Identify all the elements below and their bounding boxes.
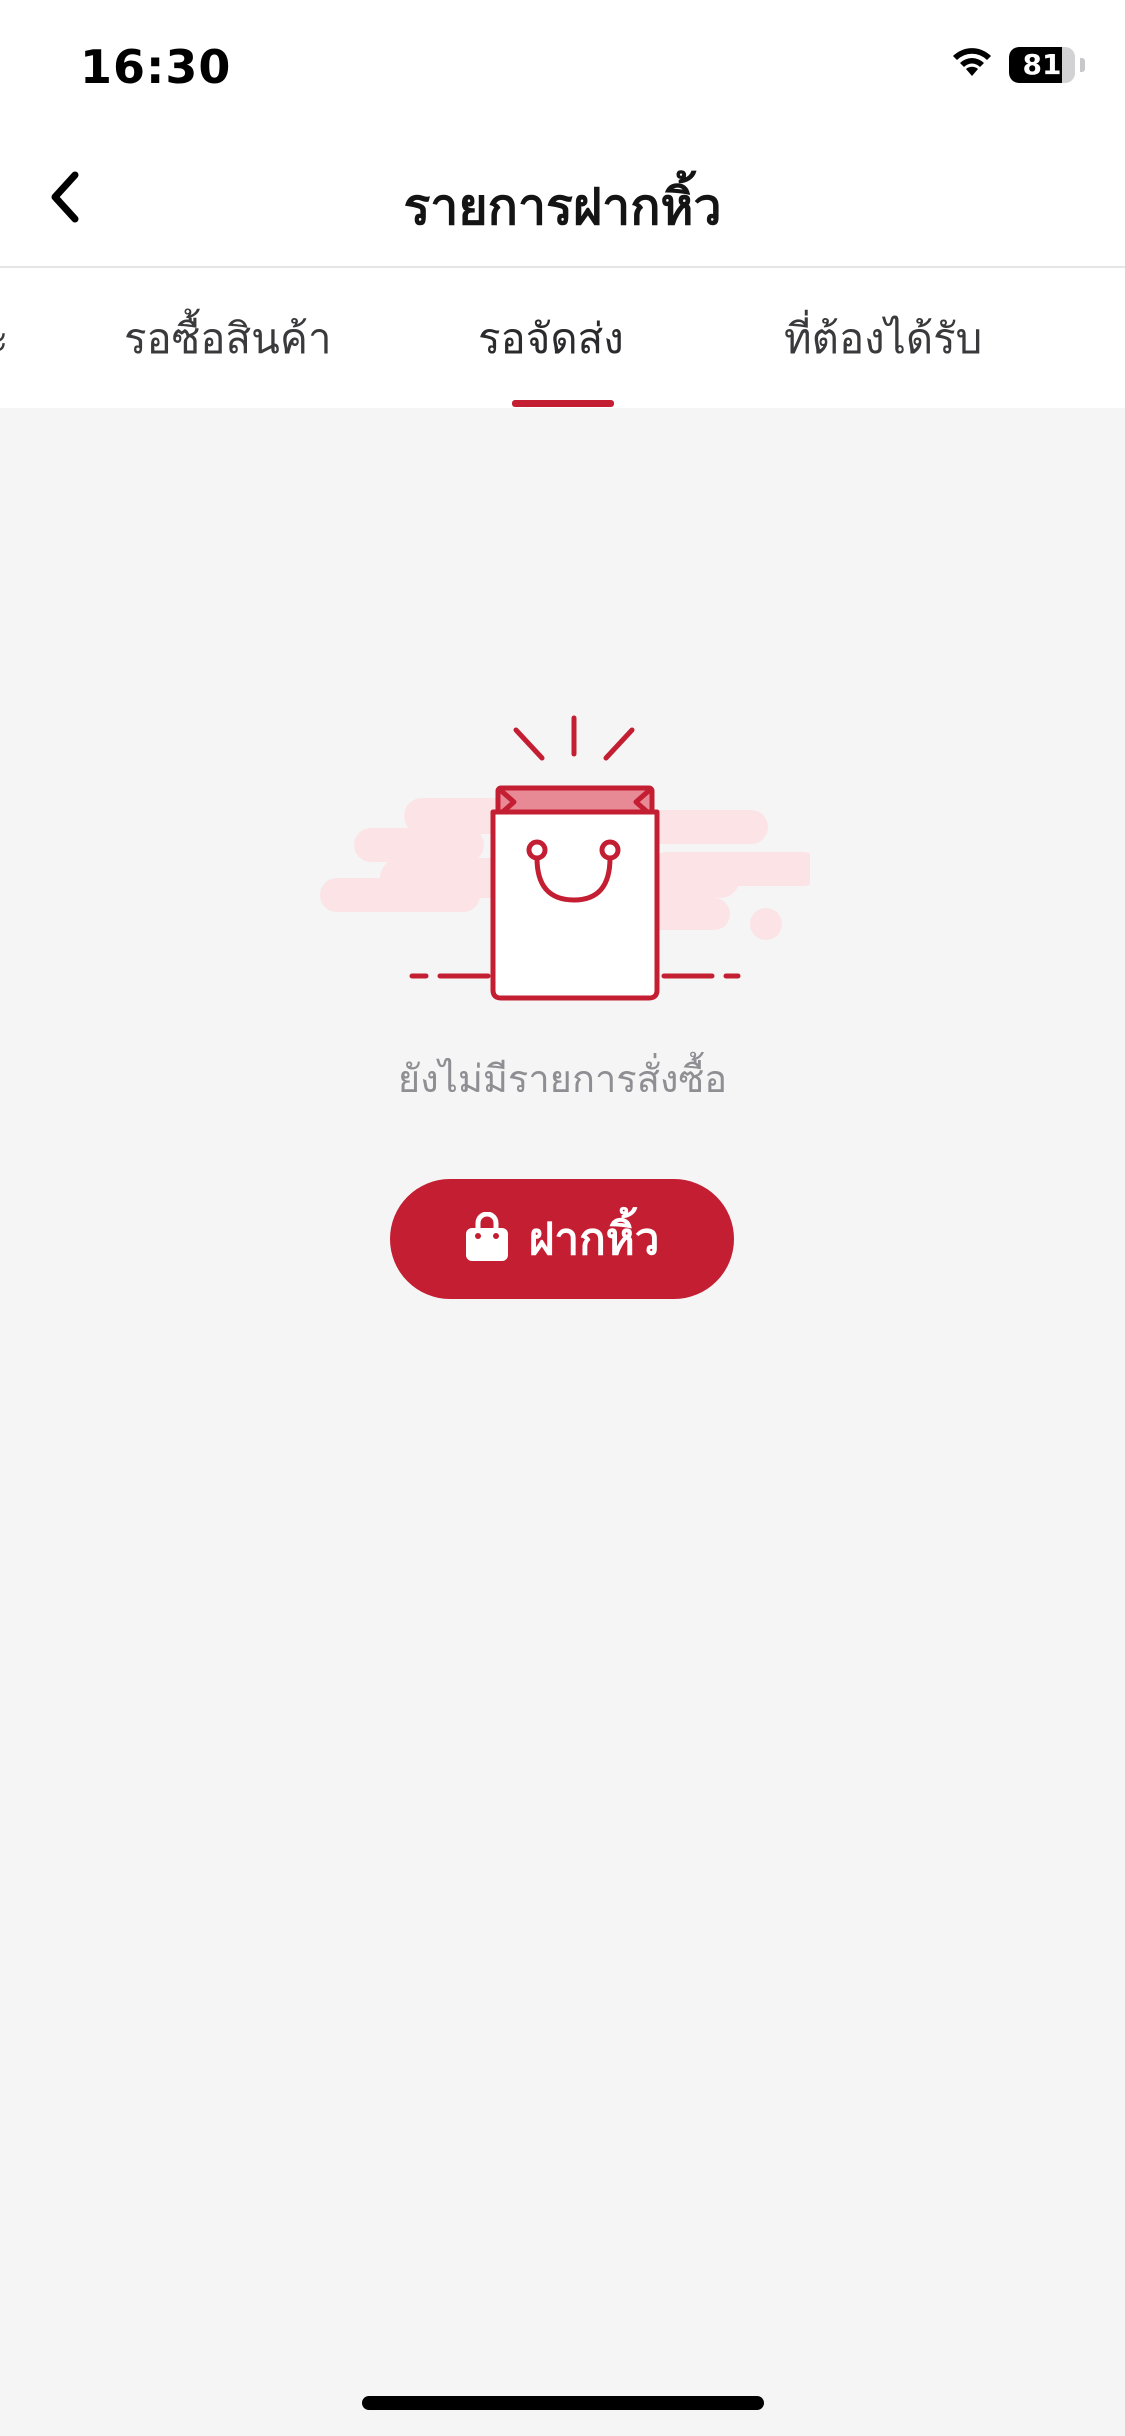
tab-partial[interactable]: ะ — [0, 306, 9, 372]
page-title: รายการฝากหิ้ว — [403, 178, 722, 236]
active-tab-indicator — [512, 400, 614, 407]
deposit-button-label: ฝากหิ้ว — [528, 1214, 660, 1265]
tab-waiting-purchase[interactable]: รอซื้อสินค้า — [124, 306, 332, 372]
empty-state-message: ยังไม่มีรายการสั่งซื้อ — [397, 1057, 728, 1101]
home-indicator[interactable] — [362, 2396, 764, 2410]
battery-level: 81 — [1022, 48, 1062, 81]
chevron-left-icon — [45, 169, 85, 229]
bag-icon — [465, 1211, 509, 1266]
wifi-icon — [949, 46, 995, 84]
status-indicators: 81 — [949, 46, 1075, 84]
nav-bar: รายการฝากหิ้ว — [0, 136, 1125, 268]
battery-cap — [1080, 58, 1085, 72]
status-tabs: ะ รอซื้อสินค้า รอจัดส่ง ที่ต้องได้รับ — [0, 268, 1125, 408]
status-time: 16:30 — [80, 40, 232, 94]
back-button[interactable] — [28, 162, 102, 236]
deposit-order-button[interactable]: ฝากหิ้ว — [390, 1179, 734, 1299]
tab-to-receive[interactable]: ที่ต้องได้รับ — [784, 306, 982, 372]
empty-state-area: ยังไม่มีรายการสั่งซื้อ ฝากหิ้ว — [0, 408, 1125, 2436]
tab-waiting-shipment[interactable]: รอจัดส่ง — [478, 306, 624, 372]
status-bar: 16:30 81 — [0, 0, 1125, 136]
battery-icon: 81 — [1009, 47, 1075, 83]
shopping-bag-icon — [320, 708, 820, 1008]
